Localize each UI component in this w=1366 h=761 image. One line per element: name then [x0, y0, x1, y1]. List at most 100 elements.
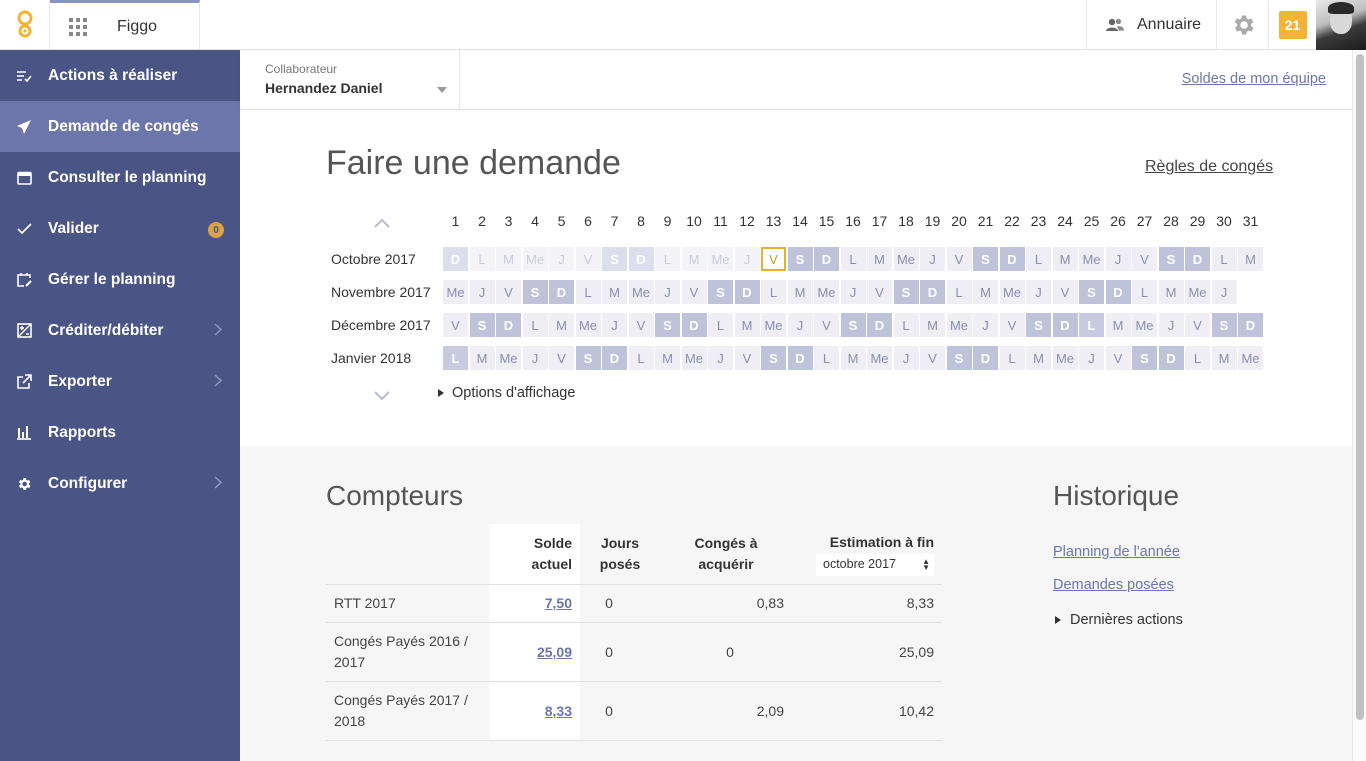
calendar-day-cell[interactable]: D	[681, 313, 707, 337]
calendar-day-cell[interactable]: L	[1185, 346, 1210, 370]
calendar-day-cell[interactable]: J	[893, 346, 919, 370]
calendar-day-cell[interactable]: S	[602, 247, 627, 271]
calendar-day-cell[interactable]: L	[840, 247, 866, 271]
app-switcher[interactable]: Figgo	[50, 0, 200, 50]
calendar-day-cell[interactable]: J	[1026, 280, 1051, 304]
annuaire-button[interactable]: Annuaire	[1086, 0, 1216, 50]
regles-conges-link[interactable]: Règles de congés	[1145, 158, 1273, 176]
calendar-day-cell[interactable]: D	[1052, 313, 1078, 337]
sidebar-item-actions[interactable]: Actions à réaliser	[0, 50, 240, 101]
calendar-day-cell[interactable]: S	[973, 247, 998, 271]
calendar-day-cell[interactable]: V	[1105, 346, 1131, 370]
calendar-day-cell[interactable]: V	[496, 280, 521, 304]
calendar-day-cell[interactable]: L	[655, 247, 680, 271]
display-options-toggle[interactable]: Options d'affichage	[438, 385, 575, 401]
calendar-day-cell[interactable]: V	[1132, 247, 1157, 271]
calendar-day-cell[interactable]: D	[787, 346, 813, 370]
calendar-day-cell[interactable]: L	[1132, 280, 1157, 304]
calendar-day-cell[interactable]: J	[1079, 346, 1104, 370]
calendar-day-cell[interactable]: Me	[893, 247, 919, 271]
calendar-day-cell[interactable]: Me	[681, 346, 707, 370]
calendar-day-cell[interactable]: V	[628, 313, 654, 337]
calendar-day-cell[interactable]: Me	[1238, 346, 1263, 370]
calendar-day-cell[interactable]: D	[496, 313, 521, 337]
calendar-day-cell[interactable]: L	[761, 280, 786, 304]
sidebar-item-gerer-planning[interactable]: Gérer le planning	[0, 254, 240, 305]
calendar-day-cell[interactable]: S	[1158, 247, 1184, 271]
calendar-day-cell[interactable]: S	[1132, 346, 1157, 370]
last-actions-toggle[interactable]: Dernières actions	[1055, 612, 1183, 628]
planning-annee-link[interactable]: Planning de l'année	[1053, 544, 1180, 560]
calendar-day-cell[interactable]: V	[999, 313, 1025, 337]
calendar-day-cell[interactable]: D	[1105, 280, 1131, 304]
calendar-day-cell[interactable]: V	[443, 313, 468, 337]
sidebar-item-crediter-debiter[interactable]: Créditer/débiter	[0, 305, 240, 356]
scrollbar-thumb[interactable]	[1356, 54, 1364, 720]
calendar-day-cell[interactable]: D	[1238, 313, 1263, 337]
calendar-day-cell[interactable]: L	[1079, 313, 1104, 337]
calendar-day-cell[interactable]: Me	[496, 346, 521, 370]
calendar-day-cell[interactable]: M	[787, 280, 813, 304]
calendar-day-cell[interactable]: M	[1158, 280, 1184, 304]
calendar-day-cell[interactable]: Me	[628, 280, 654, 304]
calendar-day-cell[interactable]: D	[602, 346, 627, 370]
calendar-day-cell[interactable]: J	[1105, 247, 1131, 271]
calendar-scroll-down-icon[interactable]	[374, 391, 390, 401]
calendar-day-cell[interactable]: V	[575, 247, 601, 271]
collaborator-select[interactable]: Collaborateur Hernandez Daniel	[240, 50, 460, 110]
calendar-day-cell[interactable]: V	[761, 247, 786, 271]
user-avatar[interactable]	[1316, 0, 1366, 50]
calendar-day-cell[interactable]: S	[946, 346, 972, 370]
calendar-day-cell[interactable]: Me	[867, 346, 892, 370]
calendar-day-cell[interactable]: M	[681, 247, 707, 271]
calendar-day-cell[interactable]: V	[814, 313, 839, 337]
calendar-day-cell[interactable]: J	[549, 247, 574, 271]
calendar-day-cell[interactable]: Me	[814, 280, 839, 304]
calendar-day-cell[interactable]: D	[999, 247, 1025, 271]
calendar-day-cell[interactable]: M	[1026, 346, 1051, 370]
soldes-equipe-link[interactable]: Soldes de mon équipe	[1182, 71, 1326, 87]
calendar-day-cell[interactable]: J	[1158, 313, 1184, 337]
calendar-day-cell[interactable]: S	[708, 280, 733, 304]
calendar-day-cell[interactable]: L	[1026, 247, 1051, 271]
calendar-day-cell[interactable]: D	[814, 247, 839, 271]
calendar-day-cell[interactable]: Me	[1052, 346, 1078, 370]
calendar-day-cell[interactable]: S	[840, 313, 866, 337]
calendar-day-cell[interactable]: V	[549, 346, 574, 370]
calendar-day-cell[interactable]: V	[946, 247, 972, 271]
calendar-day-cell[interactable]: Me	[575, 313, 601, 337]
calendar-day-cell[interactable]: J	[469, 280, 495, 304]
calendar-day-cell[interactable]: L	[946, 280, 972, 304]
calendar-day-cell[interactable]: S	[655, 313, 680, 337]
calendar-day-cell[interactable]: L	[628, 346, 654, 370]
calendar-day-cell[interactable]: D	[549, 280, 574, 304]
calendar-day-cell[interactable]: L	[469, 247, 495, 271]
calendar-day-cell[interactable]: J	[840, 280, 866, 304]
settings-button[interactable]	[1216, 0, 1268, 50]
calendar-day-cell[interactable]: Me	[1185, 280, 1210, 304]
estimation-month-select[interactable]: octobre 2017 ▲ ▼	[816, 553, 934, 576]
calendar-day-cell[interactable]: D	[1185, 247, 1210, 271]
calendar-day-cell[interactable]: J	[973, 313, 998, 337]
calendar-day-cell[interactable]: S	[1211, 313, 1237, 337]
calendar-day-cell[interactable]: J	[602, 313, 627, 337]
calendar-day-cell[interactable]: J	[734, 247, 760, 271]
calendar-day-cell[interactable]: Me	[1079, 247, 1104, 271]
app-logo[interactable]	[0, 0, 50, 50]
calendar-day-cell[interactable]: M	[840, 346, 866, 370]
calendar-day-cell[interactable]: L	[814, 346, 839, 370]
calendar-day-cell[interactable]: M	[973, 280, 998, 304]
calendar-day-cell[interactable]: L	[443, 346, 468, 370]
calendar-day-cell[interactable]: L	[522, 313, 548, 337]
calendar-day-cell[interactable]: S	[893, 280, 919, 304]
calendar-day-cell[interactable]: M	[602, 280, 627, 304]
calendar-scroll-up-icon[interactable]	[374, 218, 390, 228]
calendar-day-cell[interactable]: D	[920, 280, 945, 304]
calendar-day-cell[interactable]: Me	[522, 247, 548, 271]
calendar-day-cell[interactable]: S	[787, 247, 813, 271]
calendar-day-cell[interactable]: J	[522, 346, 548, 370]
calendar-day-cell[interactable]: M	[549, 313, 574, 337]
calendar-day-cell[interactable]: V	[681, 280, 707, 304]
sidebar-item-valider[interactable]: Valider 0	[0, 203, 240, 254]
demandes-posees-link[interactable]: Demandes posées	[1053, 577, 1174, 593]
